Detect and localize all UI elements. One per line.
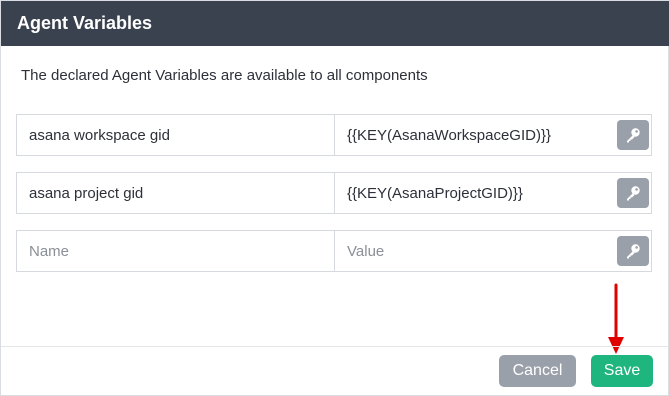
- dialog-title: Agent Variables: [17, 13, 153, 33]
- cancel-button[interactable]: Cancel: [499, 355, 576, 387]
- key-icon: [627, 244, 640, 259]
- key-button[interactable]: [617, 236, 649, 266]
- variable-value-field[interactable]: {{KEY(AsanaProjectGID)}}: [335, 173, 651, 213]
- variable-value-text: {{KEY(AsanaWorkspaceGID)}}: [347, 126, 551, 144]
- key-icon: [627, 186, 640, 201]
- variable-name-field[interactable]: asana workspace gid: [17, 115, 335, 155]
- variable-value-field[interactable]: {{KEY(AsanaWorkspaceGID)}}: [335, 115, 651, 155]
- new-variable-name-input[interactable]: Name: [17, 231, 335, 271]
- new-variable-row: Name Value: [16, 230, 652, 272]
- variable-value-text: {{KEY(AsanaProjectGID)}}: [347, 184, 523, 202]
- new-variable-value-placeholder: Value: [347, 242, 385, 260]
- variable-row: asana workspace gid {{KEY(AsanaWorkspace…: [16, 114, 652, 156]
- variable-name-field[interactable]: asana project gid: [17, 173, 335, 213]
- agent-variables-dialog: Agent Variables The declared Agent Varia…: [0, 0, 669, 396]
- key-button[interactable]: [617, 120, 649, 150]
- key-icon: [627, 128, 640, 143]
- variable-row: asana project gid {{KEY(AsanaProjectGID)…: [16, 172, 652, 214]
- dialog-header: Agent Variables: [1, 1, 669, 46]
- new-variable-value-input[interactable]: Value: [335, 231, 651, 271]
- save-button[interactable]: Save: [591, 355, 653, 387]
- footer-divider: [1, 346, 669, 347]
- dialog-description: The declared Agent Variables are availab…: [21, 67, 428, 84]
- key-button[interactable]: [617, 178, 649, 208]
